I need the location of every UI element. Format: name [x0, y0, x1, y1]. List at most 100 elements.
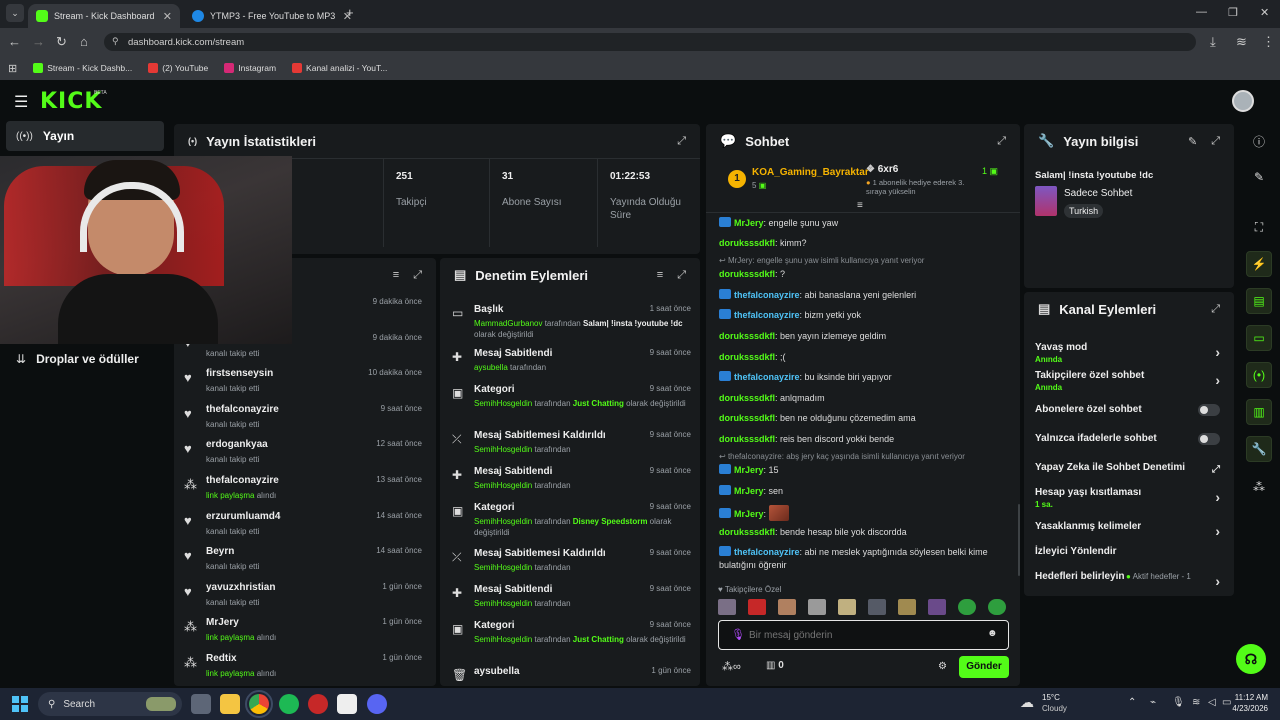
- sidebar-item-drops[interactable]: ⇊ Droplar ve ödüller: [16, 352, 139, 366]
- emoji-icon[interactable]: ☻: [987, 628, 998, 639]
- wrench-icon[interactable]: 🔧: [1246, 436, 1272, 462]
- fullscreen-icon[interactable]: ⛶: [1246, 214, 1272, 240]
- chat-username[interactable]: doruksssdkfl: [719, 269, 775, 279]
- activity-user[interactable]: thefalconayzire: [206, 475, 279, 486]
- restore-icon[interactable]: ❐: [1228, 6, 1238, 19]
- chat-message-input[interactable]: [749, 625, 979, 645]
- new-tab-icon[interactable]: +: [346, 5, 354, 20]
- tray-chevron-icon[interactable]: ⌃: [1128, 697, 1136, 708]
- network-icon[interactable]: ⌁: [1150, 697, 1156, 708]
- chat-input-box[interactable]: 🎙 ☻: [718, 620, 1009, 650]
- edit-icon[interactable]: ✎: [1246, 164, 1272, 190]
- channel-action-row[interactable]: Yapay Zeka ile Sohbet Denetimi ⤢: [1024, 462, 1234, 488]
- spotify-icon[interactable]: [279, 694, 299, 714]
- emote-icon[interactable]: [898, 599, 916, 615]
- menu-dots-icon[interactable]: ⋮: [1262, 34, 1275, 50]
- emote-icon[interactable]: [988, 599, 1006, 615]
- moderator-name[interactable]: SemihHosgeldin: [474, 517, 532, 526]
- activity-user[interactable]: yavuzxhristian: [206, 582, 275, 593]
- flash-icon[interactable]: ⚡: [1246, 251, 1272, 277]
- chat-username[interactable]: doruksssdkfl: [719, 527, 775, 537]
- expand-icon[interactable]: ⤢: [677, 135, 686, 148]
- channel-action-row[interactable]: Yalnızca ifadelerle sohbet: [1024, 433, 1234, 459]
- kick-points-icon[interactable]: ⁂: [1246, 474, 1272, 500]
- moderator-name[interactable]: SemihHosgeldin: [474, 399, 532, 408]
- tab-search-icon[interactable]: ⌄: [6, 4, 24, 22]
- activity-user[interactable]: thefalconayzire: [206, 404, 279, 415]
- chat-username[interactable]: thefalconayzire: [734, 547, 800, 557]
- chevron-right-icon[interactable]: ›: [1215, 372, 1220, 388]
- toggle-switch[interactable]: [1198, 433, 1220, 445]
- moderator-name[interactable]: SemihHosgeldin: [474, 445, 532, 454]
- apps-grid-icon[interactable]: ⊞: [8, 62, 17, 75]
- kick-points-icon[interactable]: ⁂∞: [722, 660, 741, 673]
- channel-action-row[interactable]: İzleyici Yönlendir: [1024, 546, 1234, 572]
- emote-icon[interactable]: [928, 599, 946, 615]
- extensions-icon[interactable]: ≋: [1236, 34, 1247, 50]
- expand-icon[interactable]: ⤢: [413, 269, 422, 282]
- moderator-name[interactable]: SemihHosgeldin: [474, 563, 532, 572]
- chat-username[interactable]: thefalconayzire: [734, 310, 800, 320]
- chrome-icon[interactable]: [245, 690, 273, 718]
- chat-username[interactable]: doruksssdkfl: [719, 331, 775, 341]
- channel-action-row[interactable]: Hesap yaşı kısıtlaması 1 sa. ›: [1024, 487, 1234, 513]
- clock-time[interactable]: 11:12 AM: [1232, 693, 1268, 702]
- expand-icon[interactable]: ⤢: [1211, 135, 1220, 148]
- discord-icon[interactable]: [367, 694, 387, 714]
- external-link-icon[interactable]: ⤢: [1212, 464, 1220, 475]
- channel-action-row[interactable]: Abonelere özel sohbet: [1024, 404, 1234, 430]
- chat-username[interactable]: doruksssdkfl: [719, 352, 775, 362]
- chat-username[interactable]: doruksssdkfl: [719, 393, 775, 403]
- activity-user[interactable]: erdogankyaa: [206, 439, 268, 450]
- clock-date[interactable]: 4/23/2026: [1228, 704, 1268, 713]
- send-button[interactable]: Gönder: [959, 656, 1009, 678]
- address-bar[interactable]: ⚲ dashboard.kick.com/stream: [104, 33, 1196, 51]
- moderator-name[interactable]: MammadGurbanov: [474, 319, 542, 328]
- points-wallet[interactable]: ▥ 0: [766, 660, 784, 671]
- toggle-switch[interactable]: [1198, 404, 1220, 416]
- emote-icon[interactable]: [748, 599, 766, 615]
- windows-start-icon[interactable]: [12, 696, 28, 712]
- wifi-icon[interactable]: ≋: [1192, 697, 1200, 708]
- bookmark-instagram[interactable]: Instagram: [224, 63, 276, 73]
- mic-tray-icon[interactable]: 🎙: [1172, 697, 1185, 708]
- emote-icon[interactable]: [718, 599, 736, 615]
- tab-kick-dashboard[interactable]: Stream - Kick Dashboard ✕: [28, 4, 180, 28]
- chat-settings-gear-icon[interactable]: ⚙: [938, 661, 947, 672]
- moderator-name[interactable]: SemihHosgeldin: [474, 599, 532, 608]
- broadcast-icon[interactable]: (•): [1246, 362, 1272, 388]
- expand-icon[interactable]: ⤢: [677, 269, 686, 282]
- download-icon[interactable]: ⤓: [1210, 34, 1216, 50]
- channel-action-row[interactable]: Yasaklanmış kelimeler ›: [1024, 521, 1234, 547]
- chat-username[interactable]: doruksssdkfl: [719, 413, 775, 423]
- support-headset-icon[interactable]: ☊: [1236, 644, 1266, 674]
- emote-icon[interactable]: [838, 599, 856, 615]
- chevron-right-icon[interactable]: ›: [1215, 523, 1220, 539]
- home-icon[interactable]: ⌂: [80, 34, 88, 49]
- chat-username[interactable]: doruksssdkfl: [719, 238, 775, 248]
- bookmark-youtube-analytics[interactable]: Kanal analizi - YouT...: [292, 63, 387, 73]
- activity-user[interactable]: Redtix: [206, 653, 237, 664]
- bookmark-kick[interactable]: Stream - Kick Dashb...: [33, 63, 132, 73]
- back-icon[interactable]: ←: [8, 34, 21, 49]
- chat-username[interactable]: MrJery: [734, 465, 764, 475]
- chat-username[interactable]: thefalconayzire: [734, 290, 800, 300]
- minimize-icon[interactable]: —: [1196, 6, 1207, 18]
- activity-user[interactable]: firstsenseysin: [206, 368, 273, 379]
- channel-action-row[interactable]: Hedefleri belirleyin ● Aktif hedefler - 1…: [1024, 571, 1234, 596]
- chat-username[interactable]: MrJery: [734, 509, 764, 519]
- info-icon[interactable]: ⓘ: [1246, 128, 1272, 154]
- collapse-leaderboard-icon[interactable]: ≡: [857, 200, 863, 211]
- activity-user[interactable]: MrJery: [206, 617, 239, 628]
- channel-action-row[interactable]: Takipçilere özel sohbet Anında ›: [1024, 370, 1234, 396]
- volume-icon[interactable]: ◁: [1208, 697, 1216, 708]
- emote-icon[interactable]: [778, 599, 796, 615]
- clipboard-icon[interactable]: ▤: [1246, 288, 1272, 314]
- tag-pill[interactable]: Turkish: [1064, 204, 1104, 218]
- taskbar-search[interactable]: ⚲ Search: [38, 692, 182, 716]
- site-info-icon[interactable]: ⚲: [112, 36, 119, 47]
- reload-icon[interactable]: ↻: [56, 34, 67, 50]
- expand-icon[interactable]: ⤢: [1211, 303, 1220, 316]
- sidebar-item-stream[interactable]: ((•)) Yayın: [6, 121, 164, 151]
- opera-gx-icon[interactable]: [308, 694, 328, 714]
